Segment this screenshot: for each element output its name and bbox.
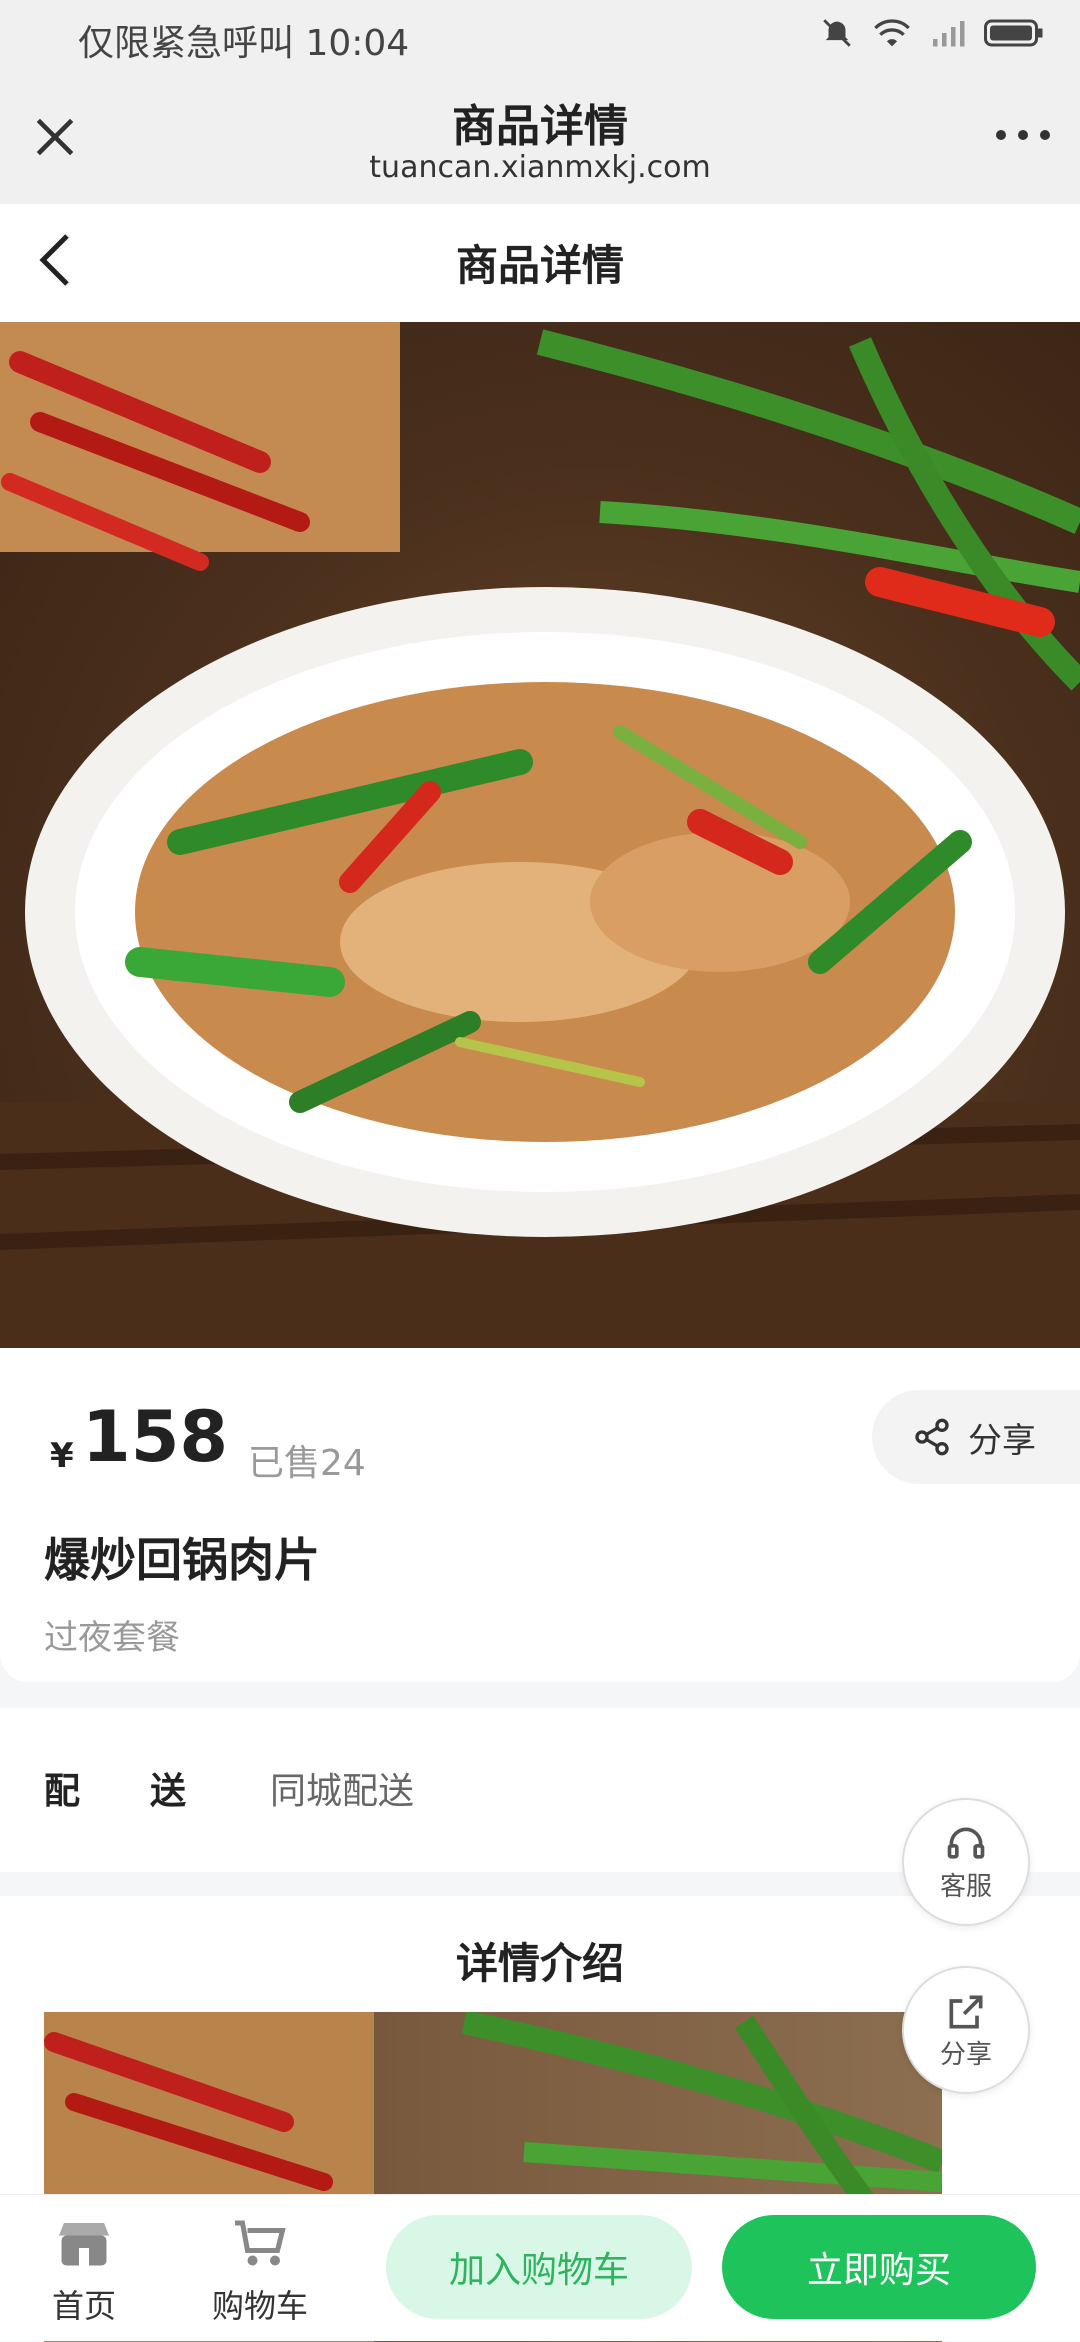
delivery-label: 配送 bbox=[44, 1771, 257, 1812]
bottom-bar: 首页 购物车 加入购物车 立即购买 bbox=[0, 2194, 1080, 2341]
floating-share-button[interactable]: 分享 bbox=[902, 1966, 1030, 2094]
wifi-icon bbox=[874, 19, 910, 47]
tab-cart-label: 购物车 bbox=[212, 2287, 309, 2325]
mute-icon bbox=[823, 19, 851, 47]
share-label: 分享 bbox=[968, 1420, 1036, 1461]
browser-title: 商品详情 bbox=[452, 101, 628, 152]
dish-illustration bbox=[0, 322, 1080, 1348]
more-icon[interactable] bbox=[996, 130, 1050, 140]
cart-icon bbox=[235, 2220, 286, 2266]
tab-cart[interactable]: 购物车 bbox=[212, 2213, 308, 2327]
share-button[interactable]: 分享 bbox=[872, 1390, 1080, 1484]
delivery-value: 同城配送 bbox=[270, 1771, 415, 1812]
product-price: 158 bbox=[82, 1396, 229, 1478]
headset-icon bbox=[947, 1827, 985, 1859]
status-text: 仅限紧急呼叫 10:04 bbox=[78, 23, 410, 64]
share-icon bbox=[915, 1418, 949, 1456]
status-bar: 仅限紧急呼叫 10:04 bbox=[0, 0, 1080, 72]
sold-count: 已售24 bbox=[248, 1443, 366, 1484]
page-title: 商品详情 bbox=[455, 241, 624, 290]
product-subtitle: 过夜套餐 bbox=[44, 1618, 180, 1658]
service-label: 客服 bbox=[939, 1871, 992, 1902]
browser-header: 商品详情 tuancan.xianmxkj.com bbox=[0, 72, 1080, 204]
product-name: 爆炒回锅肉片 bbox=[44, 1533, 320, 1587]
details-title: 详情介绍 bbox=[455, 1939, 624, 1988]
store-icon bbox=[59, 2223, 109, 2266]
export-share-icon bbox=[949, 1995, 983, 2028]
app-navbar: 商品详情 bbox=[0, 204, 1080, 322]
buy-now-button[interactable]: 立即购买 bbox=[722, 2215, 1036, 2319]
tab-home-label: 首页 bbox=[52, 2287, 117, 2325]
product-info-card: ¥ 158 已售24 分享 爆炒回锅肉片 过夜套餐 bbox=[0, 1348, 1080, 1682]
add-to-cart-button[interactable]: 加入购物车 bbox=[386, 2215, 692, 2319]
customer-service-button[interactable]: 客服 bbox=[902, 1798, 1030, 1926]
product-image bbox=[0, 322, 1080, 1348]
floating-share-label: 分享 bbox=[939, 2039, 992, 2070]
battery-icon bbox=[984, 19, 1043, 47]
signal-icon bbox=[933, 21, 965, 47]
status-icons bbox=[820, 16, 1044, 50]
tab-home[interactable]: 首页 bbox=[52, 2213, 116, 2327]
currency-symbol: ¥ bbox=[50, 1436, 74, 1476]
browser-url: tuancan.xianmxkj.com bbox=[369, 150, 711, 185]
